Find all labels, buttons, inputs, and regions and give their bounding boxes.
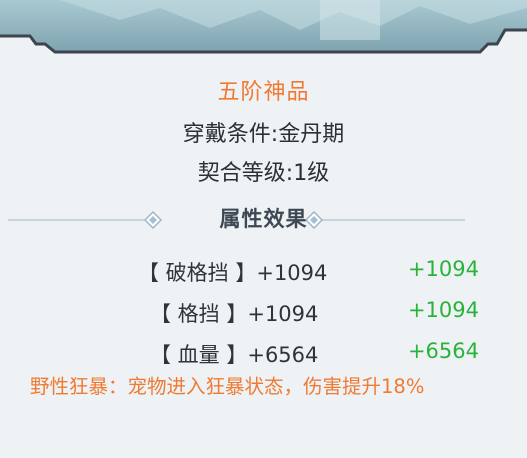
wear-condition: 穿戴条件:金丹期 [182,122,345,147]
attribute-row-block: 【 格挡 】+1094 +1094 [0,298,527,328]
attributes-title: 属性效果 [219,207,308,231]
item-rank: 五阶神品 [217,80,310,105]
attribute-row-break-block: 【 破格挡 】+1094 +1094 [0,257,527,287]
bond-level: 契合等级:1级 [197,161,330,186]
attribute-label: 【 格挡 】+1094 [150,302,319,326]
attribute-bonus: +6564 [407,339,479,363]
attribute-label: 【 血量 】+6564 [150,343,319,367]
attribute-row-hp: 【 血量 】+6564 +6564 [0,339,527,369]
header-banner-art [0,0,527,62]
attribute-bonus: +1094 [407,298,479,322]
special-effect-text: 野性狂暴：宠物进入狂暴状态，伤害提升18% [30,375,425,398]
attribute-bonus: +1094 [407,257,479,281]
attribute-label: 【 破格挡 】+1094 [138,261,328,285]
